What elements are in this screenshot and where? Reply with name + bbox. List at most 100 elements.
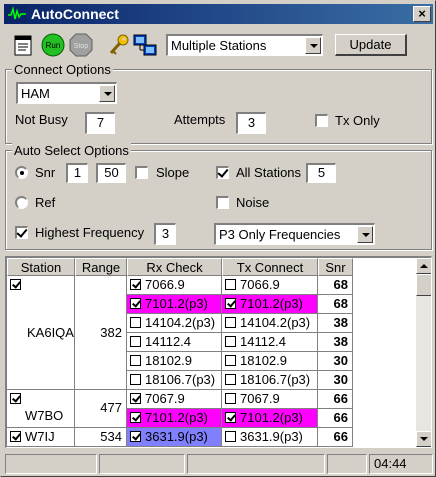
rx-checkbox[interactable] (130, 355, 141, 366)
tx-connect-cell[interactable]: 14104.2(p3) (222, 314, 318, 333)
station-cell[interactable]: W7BO (7, 390, 75, 428)
snr-cell: 68 (318, 295, 353, 314)
chevron-down-icon[interactable] (357, 226, 373, 243)
station-column-header[interactable]: Station (7, 258, 75, 276)
attempts-input[interactable]: 3 (236, 112, 266, 134)
range-column-header[interactable]: Range (75, 258, 127, 276)
clipboard-icon[interactable] (11, 33, 35, 57)
tx-checkbox[interactable] (225, 279, 236, 290)
not-busy-input[interactable]: 7 (85, 112, 115, 134)
chevron-down-icon[interactable] (99, 85, 115, 102)
rx-check-cell[interactable]: 7067.9 (127, 390, 222, 409)
station-cell[interactable]: W7IJ (7, 428, 75, 447)
tx-connect-cell[interactable]: 7066.9 (222, 276, 318, 295)
snr-max-input[interactable]: 50 (96, 163, 126, 183)
station-checkbox[interactable] (10, 393, 21, 404)
auto-select-title: Auto Select Options (12, 143, 131, 158)
all-stations-label: All Stations (236, 165, 302, 180)
rx-check-cell[interactable]: 14104.2(p3) (127, 314, 222, 333)
scroll-up-icon[interactable] (416, 258, 431, 274)
noise-checkbox[interactable] (216, 196, 229, 209)
tx-only-checkbox[interactable] (315, 114, 328, 127)
rx-checkbox[interactable] (130, 336, 141, 347)
network-icon[interactable] (133, 33, 157, 57)
vertical-scrollbar[interactable] (416, 258, 431, 447)
snr-radio[interactable] (15, 166, 28, 179)
tx-checkbox[interactable] (225, 336, 236, 347)
rx-check-cell[interactable]: 18102.9 (127, 352, 222, 371)
tx-checkbox[interactable] (225, 412, 236, 423)
rx-check-cell[interactable]: 7066.9 (127, 276, 222, 295)
station-checkbox[interactable] (10, 431, 21, 442)
slope-label: Slope (156, 165, 190, 180)
ref-radio[interactable] (15, 196, 28, 209)
tx-connect-cell[interactable]: 7067.9 (222, 390, 318, 409)
tx-checkbox[interactable] (225, 317, 236, 328)
station-checkbox[interactable] (10, 279, 21, 290)
run-button[interactable]: Run (41, 33, 65, 57)
snr-cell: 66 (318, 409, 353, 428)
range-cell[interactable]: 477 (75, 390, 127, 428)
stop-button[interactable]: Stop (69, 33, 93, 57)
chevron-down-icon[interactable] (305, 37, 321, 54)
rx-checkbox[interactable] (130, 374, 141, 385)
range-value: 534 (100, 429, 122, 444)
tx-connect-cell[interactable]: 7101.2(p3) (222, 409, 318, 428)
rx-check-cell[interactable]: 3631.9(p3) (127, 428, 222, 447)
tx-checkbox[interactable] (225, 298, 236, 309)
range-cell[interactable]: 534 (75, 428, 127, 447)
rx-checkbox[interactable] (130, 393, 141, 404)
tx-connect-cell[interactable]: 14112.4 (222, 333, 318, 352)
station-cell[interactable]: KA6IQA (7, 276, 75, 390)
close-button[interactable]: × (413, 6, 431, 22)
auto-select-options-group: Auto Select Options Snr 1 50 Slope All S… (5, 143, 432, 250)
tx-checkbox[interactable] (225, 393, 236, 404)
tx-connect-cell[interactable]: 18106.7(p3) (222, 371, 318, 390)
rx-check-cell[interactable]: 7101.2(p3) (127, 295, 222, 314)
rx-check-cell[interactable]: 7101.2(p3) (127, 409, 222, 428)
tx-connect-cell[interactable]: 7101.2(p3) (222, 295, 318, 314)
rx-checkbox[interactable] (130, 279, 141, 290)
tx-frequency: 7101.2(p3) (240, 410, 303, 425)
rx-check-cell[interactable]: 14112.4 (127, 333, 222, 352)
frequency-filter-value: P3 Only Frequencies (219, 227, 341, 242)
snr-min-input[interactable]: 1 (66, 163, 88, 183)
tx-connect-cell[interactable]: 18102.9 (222, 352, 318, 371)
tx-checkbox[interactable] (225, 374, 236, 385)
rx-check-cell[interactable]: 18106.7(p3) (127, 371, 222, 390)
scroll-down-icon[interactable] (416, 431, 431, 447)
rx-checkbox[interactable] (130, 431, 141, 442)
connect-mode-value: HAM (21, 86, 50, 101)
station-grid[interactable]: KA6IQA 382 7066.9 7066.9 68 7101.2(p3) 7101.2(… (5, 256, 432, 448)
station-mode-select[interactable]: Multiple Stations (166, 34, 323, 56)
key-icon[interactable] (107, 33, 131, 57)
highest-frequency-input[interactable]: 3 (154, 223, 176, 245)
scroll-thumb[interactable] (416, 274, 431, 296)
rx-checkbox[interactable] (130, 412, 141, 423)
status-panel (5, 454, 97, 474)
range-cell[interactable]: 382 (75, 276, 127, 390)
rx-check-column-header[interactable]: Rx Check (127, 258, 222, 276)
rx-checkbox[interactable] (130, 298, 141, 309)
connect-mode-select[interactable]: HAM (16, 82, 117, 104)
title-bar[interactable]: AutoConnect × (4, 4, 433, 24)
tx-checkbox[interactable] (225, 431, 236, 442)
highest-frequency-label: Highest Frequency (35, 225, 145, 240)
snr-column-header[interactable]: Snr (318, 258, 353, 276)
tx-frequency: 3631.9(p3) (240, 429, 303, 444)
all-stations-checkbox[interactable] (216, 166, 229, 179)
rx-frequency: 18106.7(p3) (145, 372, 216, 387)
frequency-filter-select[interactable]: P3 Only Frequencies (214, 223, 375, 245)
snr-cell: 66 (318, 428, 353, 447)
status-panel (99, 454, 185, 474)
station-mode-value: Multiple Stations (171, 38, 267, 53)
highest-frequency-checkbox[interactable] (15, 226, 28, 239)
tx-connect-column-header[interactable]: Tx Connect (222, 258, 318, 276)
tx-checkbox[interactable] (225, 355, 236, 366)
rx-checkbox[interactable] (130, 317, 141, 328)
slope-checkbox[interactable] (135, 166, 148, 179)
status-time: 04:44 (369, 454, 433, 474)
tx-connect-cell[interactable]: 3631.9(p3) (222, 428, 318, 447)
update-button[interactable]: Update (335, 34, 407, 56)
all-stations-input[interactable]: 5 (306, 163, 336, 183)
